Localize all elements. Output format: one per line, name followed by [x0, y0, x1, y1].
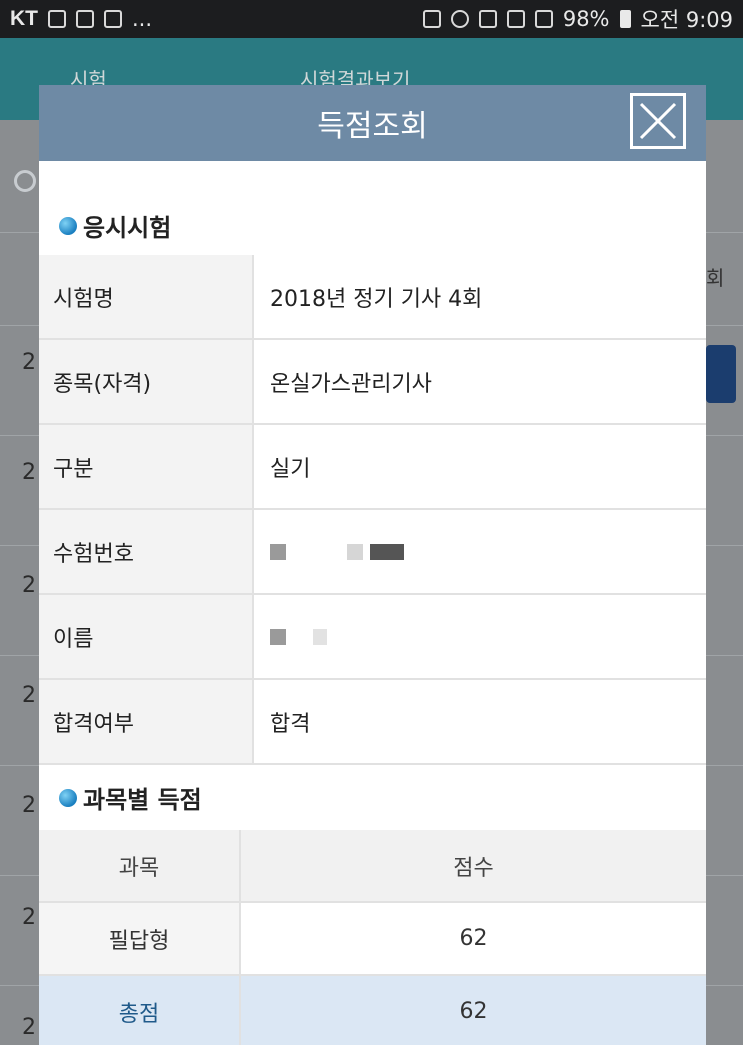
background-button[interactable] [706, 345, 736, 403]
clock: 오전 9:09 [640, 8, 733, 32]
background-row-number: 2 [22, 460, 36, 485]
total-label: 총점 [39, 975, 241, 1045]
background-row-number: 2 [22, 1015, 36, 1040]
table-header-row: 과목 점수 [39, 830, 706, 903]
column-header-score: 점수 [240, 830, 706, 903]
mute-icon [422, 10, 441, 28]
column-header-subject: 과목 [39, 830, 241, 903]
score-cell: 62 [240, 902, 706, 976]
exam-section-heading: 응시시험 [39, 208, 171, 243]
background-row-number: 2 [22, 683, 36, 708]
redaction-mark [347, 544, 363, 560]
background-row-number: 2 [22, 350, 36, 375]
exam-number-value-redacted [253, 509, 706, 595]
table-row: 시험명 2018년 정기 기사 4회 [39, 255, 706, 340]
exam-section-title: 응시시험 [83, 214, 172, 242]
bullet-icon [59, 788, 77, 807]
table-row: 수험번호 [39, 509, 706, 595]
redaction-mark [370, 544, 404, 560]
qualification-value: 온실가스관리기사 [253, 339, 706, 425]
total-row: 총점 62 [39, 975, 706, 1045]
background-row-number: 2 [22, 905, 36, 930]
app-notification-icon [76, 10, 94, 28]
background-radio-icon [14, 170, 36, 192]
close-icon [639, 102, 677, 140]
category-value: 실기 [253, 424, 706, 510]
background-column-label: 회 [706, 266, 725, 290]
exam-name-label: 시험명 [39, 255, 254, 340]
score-lookup-modal: 득점조회 응시시험 시험명 2018년 정기 기사 4회 종목(자격) 온실가스… [39, 85, 706, 1045]
battery-percent: 98% [562, 7, 610, 31]
bullet-icon [59, 216, 77, 235]
name-value-redacted [253, 594, 706, 680]
alarm-icon [450, 10, 469, 28]
table-row: 이름 [39, 594, 706, 680]
background-row-number: 2 [22, 573, 36, 598]
carrier-label: KT [10, 7, 38, 30]
qualification-label: 종목(자격) [39, 339, 254, 425]
table-row: 구분 실기 [39, 424, 706, 510]
pass-status-value: 합격 [253, 679, 706, 765]
total-score: 62 [240, 975, 706, 1045]
background-row-number: 2 [22, 793, 36, 818]
scores-section-title: 과목별 득점 [83, 786, 202, 814]
redaction-mark [270, 544, 286, 560]
subject-cell: 필답형 [39, 902, 241, 976]
status-bar: KT ... 98% 오전 9:09 [0, 0, 743, 38]
subject-scores-table: 과목 점수 필답형 62 총점 62 [39, 830, 706, 1045]
redaction-mark [313, 629, 327, 645]
modal-title: 득점조회 [317, 109, 428, 144]
exam-name-value: 2018년 정기 기사 4회 [253, 255, 706, 340]
category-label: 구분 [39, 424, 254, 510]
name-label: 이름 [39, 594, 254, 680]
table-row: 필답형 62 [39, 902, 706, 976]
close-button[interactable] [630, 93, 686, 149]
more-notifications-indicator: ... [132, 7, 153, 31]
table-row: 종목(자격) 온실가스관리기사 [39, 339, 706, 425]
notification-icon [48, 10, 66, 28]
hd-voice-icon [478, 10, 497, 28]
redaction-mark [270, 629, 286, 645]
exam-info-table: 시험명 2018년 정기 기사 4회 종목(자격) 온실가스관리기사 구분 실기… [39, 255, 706, 765]
table-row: 합격여부 합격 [39, 679, 706, 765]
modal-header: 득점조회 [39, 85, 706, 161]
scores-section-heading: 과목별 득점 [39, 780, 202, 815]
pass-status-label: 합격여부 [39, 679, 254, 765]
wifi-icon [506, 10, 525, 28]
signal-icon [534, 10, 553, 28]
exam-number-label: 수험번호 [39, 509, 254, 595]
image-icon [104, 10, 122, 28]
battery-icon [619, 10, 631, 28]
